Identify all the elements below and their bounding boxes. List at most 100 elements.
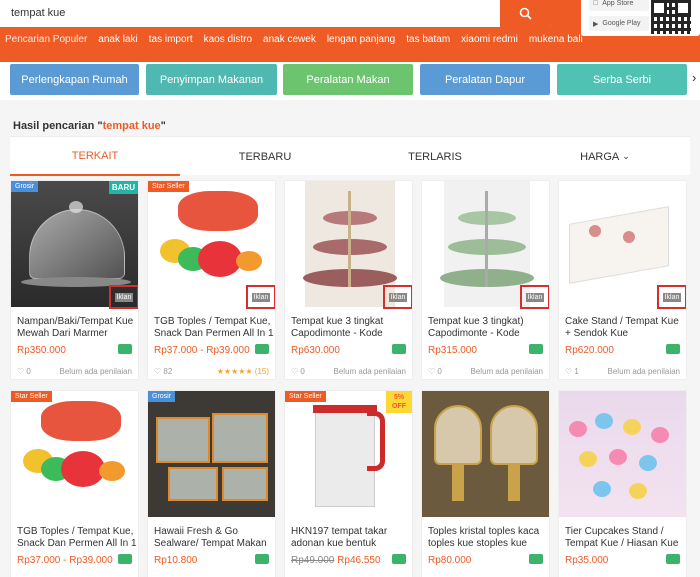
search-button[interactable] xyxy=(500,0,551,27)
tab-terlaris[interactable]: TERLARIS xyxy=(350,137,520,176)
stand-pole xyxy=(485,191,488,287)
results-title: Hasil pencarian "tempat kue" xyxy=(13,120,166,132)
search-bar[interactable]: tempat kue xyxy=(0,0,551,27)
apple-icon:  xyxy=(593,0,598,7)
app-store-badge[interactable]: App Store xyxy=(589,0,649,11)
crystal-jar xyxy=(490,405,538,465)
like-count[interactable]: ♡ 0 xyxy=(17,367,31,376)
container xyxy=(222,467,268,501)
product-card[interactable]: Iklan Cake Stand / Tempat Kue + Sendok K… xyxy=(558,180,687,380)
popular-link[interactable]: mukena bali xyxy=(529,34,583,45)
popular-link[interactable]: tas import xyxy=(149,34,193,45)
crystal-jar xyxy=(434,405,482,465)
free-shipping-icon xyxy=(529,554,543,564)
product-name: Toples kristal toples kaca toples kue st… xyxy=(428,526,540,549)
google-play-badge[interactable]: ▶ Google Play xyxy=(589,16,649,31)
product-card[interactable]: Star Seller 5% OFF HKN197 tempat takar a… xyxy=(284,390,413,577)
product-price: Rp49.000 Rp46.550 xyxy=(291,555,381,566)
free-shipping-icon xyxy=(392,344,406,354)
container xyxy=(168,467,218,501)
product-image xyxy=(422,391,549,517)
cupcake xyxy=(639,455,657,471)
product-card[interactable]: Toples kristal toples kaca toples kue st… xyxy=(421,390,550,577)
product-image xyxy=(11,391,138,517)
ad-label: Iklan xyxy=(520,285,549,309)
free-shipping-icon xyxy=(392,554,406,564)
product-price: Rp37.000 - Rp39.000 xyxy=(154,345,250,356)
product-price: Rp630.000 xyxy=(291,345,340,356)
product-card[interactable]: Grosir Hawaii Fresh & Go Sealware/ Tempa… xyxy=(147,390,276,577)
like-count[interactable]: ♡ 0 xyxy=(428,367,442,376)
flower-print xyxy=(589,225,601,237)
dome-knob xyxy=(69,201,83,213)
free-shipping-icon xyxy=(255,344,269,354)
popular-link[interactable]: xiaomi redmi xyxy=(461,34,518,45)
free-shipping-icon xyxy=(118,344,132,354)
product-name: TGB Toples / Tempat Kue, Snack Dan Perme… xyxy=(17,526,137,549)
product-name: Cake Stand / Tempat Kue + Sendok Kue xyxy=(565,316,679,339)
ad-label: Iklan xyxy=(109,285,138,309)
popular-link[interactable]: kaos distro xyxy=(204,34,252,45)
product-name: Tier Cupcakes Stand / Tempat Kue / Hiasa… xyxy=(565,526,679,549)
popular-link[interactable]: anak cewek xyxy=(263,34,316,45)
product-card[interactable]: Iklan Tempat kue 3 tingkat Capodimonte -… xyxy=(284,180,413,380)
cupcake xyxy=(595,413,613,429)
product-price: Rp315.000 xyxy=(428,345,477,356)
rating-stars: ★★★★★ (15) xyxy=(216,367,269,376)
product-card[interactable]: Grosir BARU Iklan Nampan/Baki/Tempat Kue… xyxy=(10,180,139,380)
product-name: Nampan/Baki/Tempat Kue Mewah Dari Marmer xyxy=(17,316,134,339)
cupcake xyxy=(623,419,641,435)
product-price: Rp80.000 xyxy=(428,555,472,566)
discount-badge: 5% OFF xyxy=(386,391,412,413)
container xyxy=(156,417,210,463)
popular-link[interactable]: anak laki xyxy=(98,34,137,45)
category-perlengkapan-rumah[interactable]: Perlengkapan Rumah xyxy=(10,64,139,95)
star-seller-badge: Star Seller xyxy=(148,181,189,192)
grosir-badge: Grosir xyxy=(148,391,176,402)
header: tempat kue App Store ▶Google Play Penca… xyxy=(0,0,700,62)
free-shipping-icon xyxy=(118,554,132,564)
like-count[interactable]: ♡ 82 xyxy=(154,367,172,376)
product-price: Rp35.000 xyxy=(565,555,609,566)
product-name: Tempat kue 3 tingkat Capodimonte - Kode xyxy=(291,316,384,339)
jar-stand xyxy=(508,465,520,501)
product-card[interactable]: Star Seller Iklan TGB Toples / Tempat Ku… xyxy=(147,180,276,380)
category-serba-serbi[interactable]: Serba Serbi xyxy=(557,64,687,95)
search-input[interactable]: tempat kue xyxy=(11,7,65,19)
category-penyimpan-makanan[interactable]: Penyimpan Makanan xyxy=(146,64,277,95)
dispenser-top xyxy=(313,405,377,413)
product-image xyxy=(148,391,275,517)
jar-stand xyxy=(452,465,464,501)
product-name: Hawaii Fresh & Go Sealware/ Tempat Makan xyxy=(154,526,267,549)
bowl-orange xyxy=(236,251,262,271)
like-count[interactable]: ♡ 1 xyxy=(565,367,579,376)
category-peralatan-dapur[interactable]: Peralatan Dapur xyxy=(420,64,550,95)
toples-lid xyxy=(41,401,121,441)
tab-harga[interactable]: HARGA ⌄ xyxy=(520,137,690,176)
dispenser-handle xyxy=(367,411,385,471)
flower-print xyxy=(623,231,635,243)
popular-link[interactable]: lengan panjang xyxy=(327,34,395,45)
rating-text: Belum ada penilaian xyxy=(470,367,544,376)
product-name: Tempat kue 3 tingkat) Capodimonte - Kode xyxy=(428,316,524,339)
baru-badge: BARU xyxy=(108,181,138,194)
popular-searches: Pencarian Populer anak laki tas import k… xyxy=(5,34,583,45)
product-card[interactable]: Iklan Tempat kue 3 tingkat) Capodimonte … xyxy=(421,180,550,380)
product-name: HKN197 tempat takar adonan kue bentuk xyxy=(291,526,388,549)
cupcake xyxy=(629,483,647,499)
cupcake xyxy=(579,451,597,467)
category-peralatan-makan[interactable]: Peralatan Makan xyxy=(283,64,413,95)
popular-link[interactable]: tas batam xyxy=(406,34,450,45)
app-download: App Store ▶Google Play xyxy=(581,0,700,36)
tab-terbaru[interactable]: TERBARU xyxy=(180,137,350,176)
product-card[interactable]: Tier Cupcakes Stand / Tempat Kue / Hiasa… xyxy=(558,390,687,577)
qr-code xyxy=(651,0,691,34)
like-count[interactable]: ♡ 0 xyxy=(291,367,305,376)
chevron-right-icon[interactable]: › xyxy=(692,70,696,85)
sort-tabs: TERKAIT TERBARU TERLARIS HARGA ⌄ xyxy=(10,136,690,176)
product-name: TGB Toples / Tempat Kue, Snack Dan Perme… xyxy=(154,316,274,339)
stand-pole xyxy=(348,191,351,287)
tab-terkait[interactable]: TERKAIT xyxy=(10,137,180,176)
free-shipping-icon xyxy=(255,554,269,564)
product-card[interactable]: Star Seller TGB Toples / Tempat Kue, Sna… xyxy=(10,390,139,577)
